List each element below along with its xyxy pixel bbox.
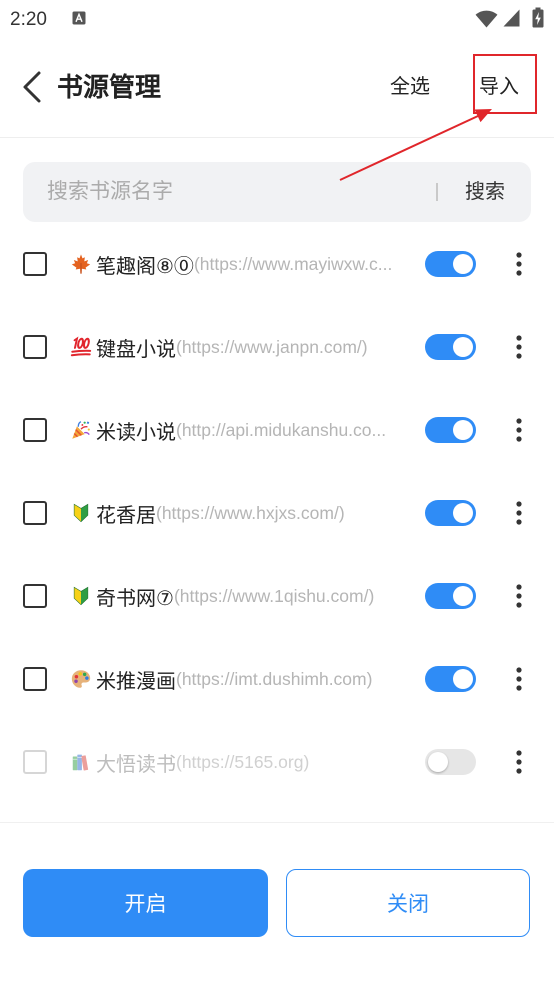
more-options-icon[interactable] [511,333,527,361]
source-checkbox[interactable] [23,335,47,359]
books-icon [70,751,92,773]
source-checkbox[interactable] [23,501,47,525]
source-name: 大悟读书 [96,753,176,776]
more-options-icon[interactable] [511,499,527,527]
source-url: (https://www.1qishu.com/) [173,585,375,606]
footer-divider [0,822,554,823]
header-divider [0,137,554,138]
source-enable-toggle[interactable] [425,500,476,526]
source-name: 笔趣阁⑧⓪ [96,255,194,278]
toggle-knob [453,337,473,357]
source-list: 笔趣阁⑧⓪ (https://www.mayiwxw.c... 键盘小说 (https… [0,223,554,804]
source-enable-toggle[interactable] [425,666,476,692]
source-url: (https://imt.dushimh.com) [176,668,373,689]
more-options-icon[interactable] [511,582,527,610]
back-button[interactable] [14,64,50,110]
notification-a-icon [72,11,86,25]
beginner-symbol-icon [70,502,92,524]
maple-leaf-icon [70,253,92,275]
source-name: 奇书网⑦ [96,587,174,610]
source-checkbox[interactable] [23,584,47,608]
source-label: 米推漫画 (https://imt.dushimh.com) [70,664,420,694]
source-enable-toggle[interactable] [425,334,476,360]
source-url: (https://www.janpn.com/) [176,336,368,357]
source-checkbox[interactable] [23,252,47,276]
source-enable-toggle[interactable] [425,749,476,775]
wifi-icon [475,9,498,28]
source-row[interactable]: 笔趣阁⑧⓪ (https://www.mayiwxw.c... [0,223,554,306]
source-label: 奇书网⑦ (https://www.1qishu.com/) [70,581,420,611]
more-options-icon[interactable] [511,665,527,693]
source-label: 花香居 (https://www.hxjxs.com/) [70,498,420,528]
source-label: 键盘小说 (https://www.janpn.com/) [70,332,420,362]
more-options-icon[interactable] [511,748,527,776]
source-name: 米推漫画 [96,670,176,693]
toggle-knob [453,420,473,440]
select-all-button[interactable]: 全选 [390,74,430,100]
battery-charging-icon [532,7,544,28]
disable-button[interactable]: 关闭 [286,869,530,937]
source-row[interactable]: 花香居 (https://www.hxjxs.com/) [0,472,554,555]
source-checkbox[interactable] [23,667,47,691]
toggle-knob [453,586,473,606]
status-time: 2:20 [10,9,47,30]
source-row[interactable]: 大悟读书 (https://5165.org) [0,721,554,804]
source-url: (https://www.hxjxs.com/) [156,502,345,523]
source-row[interactable]: 米读小说 (http://api.midukanshu.co... [0,389,554,472]
search-button[interactable]: 搜索 [465,162,505,222]
signal-icon [503,9,520,27]
app-header: 书源管理 全选 导入 [0,40,554,138]
source-enable-toggle[interactable] [425,251,476,277]
source-row[interactable]: 键盘小说 (https://www.janpn.com/) [0,306,554,389]
source-enable-toggle[interactable] [425,417,476,443]
hundred-points-icon [70,336,92,358]
more-options-icon[interactable] [511,250,527,278]
toggle-knob [428,752,448,772]
source-label: 笔趣阁⑧⓪ (https://www.mayiwxw.c... [70,249,420,279]
back-arrow-icon [23,71,41,103]
toggle-knob [453,669,473,689]
party-popper-icon [70,419,92,441]
enable-button[interactable]: 开启 [23,869,268,937]
source-row[interactable]: 米推漫画 (https://imt.dushimh.com) [0,638,554,721]
search-bar: 搜索 [23,162,531,222]
source-label: 大悟读书 (https://5165.org) [70,747,420,777]
source-checkbox[interactable] [23,418,47,442]
more-options-icon[interactable] [511,416,527,444]
source-row[interactable]: 奇书网⑦ (https://www.1qishu.com/) [0,555,554,638]
search-input[interactable] [47,162,427,222]
source-url: (https://www.mayiwxw.c... [193,253,393,274]
status-bar: 2:20 [0,0,554,40]
source-label: 米读小说 (http://api.midukanshu.co... [70,415,420,445]
annotation-highlight-box [473,54,537,114]
source-enable-toggle[interactable] [425,583,476,609]
toggle-knob [453,503,473,523]
source-url: (http://api.midukanshu.co... [176,419,387,440]
page-title: 书源管理 [57,72,162,102]
search-divider [436,183,438,201]
source-url: (https://5165.org) [176,751,310,772]
source-name: 键盘小说 [96,338,176,361]
toggle-knob [453,254,473,274]
source-name: 米读小说 [96,421,176,444]
source-checkbox[interactable] [23,750,47,774]
palette-icon [70,668,92,690]
source-name: 花香居 [96,504,156,527]
beginner-symbol-icon [70,585,92,607]
